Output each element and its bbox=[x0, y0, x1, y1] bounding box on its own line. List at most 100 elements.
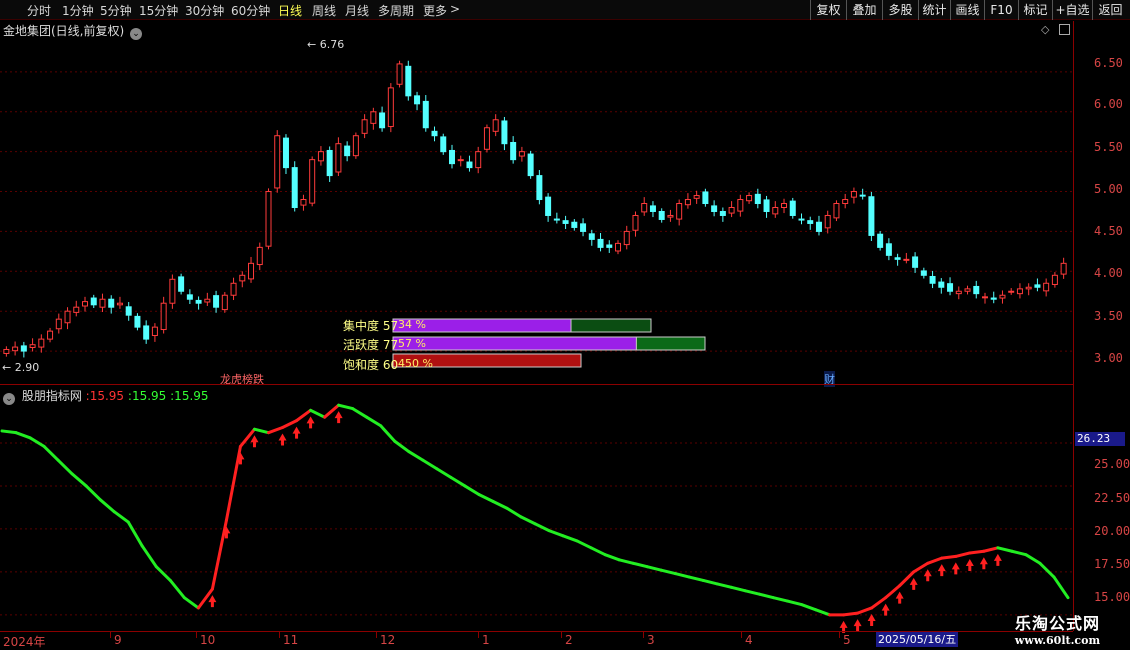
candlestick bbox=[536, 170, 543, 205]
candlestick bbox=[143, 320, 150, 344]
candlestick bbox=[815, 215, 822, 236]
indicator-segment bbox=[715, 582, 733, 589]
indicator-segment bbox=[98, 498, 116, 514]
candlestick bbox=[440, 133, 447, 155]
indicator-segment bbox=[14, 431, 32, 440]
candlestick bbox=[387, 83, 394, 133]
indicator-segment bbox=[785, 599, 803, 607]
indicator-segment bbox=[645, 565, 663, 572]
gauge-saturation-label: 饱和度 60 bbox=[343, 358, 399, 372]
candlestick bbox=[204, 292, 211, 307]
buy-arrow-icon bbox=[278, 433, 287, 446]
indicator-segment bbox=[365, 415, 383, 428]
candlestick bbox=[492, 114, 499, 137]
candlestick bbox=[38, 334, 45, 353]
candlestick bbox=[929, 270, 936, 289]
gauge-concentration-label: 集中度 57 bbox=[343, 319, 399, 333]
candlestick bbox=[326, 146, 333, 182]
candlestick bbox=[47, 327, 54, 343]
candlestick bbox=[850, 187, 857, 204]
indicator-panel-header: ⌄ 股朋指标网 :15.95 :15.95 :15.95 bbox=[3, 387, 209, 405]
indicator-segment bbox=[856, 606, 874, 615]
candlestick bbox=[885, 238, 892, 261]
candlestick bbox=[466, 155, 473, 172]
indicator-tick: 25.00 bbox=[1094, 457, 1130, 471]
indicator-segment bbox=[926, 556, 944, 565]
candlestick bbox=[1051, 272, 1058, 288]
candlestick bbox=[239, 271, 246, 288]
indicator-segment bbox=[940, 554, 958, 560]
gauge-activity-label: 活跃度 77 bbox=[343, 338, 399, 352]
current-value-badge: 26.23 bbox=[1075, 432, 1125, 446]
indicator-segment bbox=[589, 546, 607, 557]
buy-arrow-icon bbox=[923, 569, 932, 582]
indicator-segment bbox=[954, 551, 972, 558]
candlestick bbox=[448, 144, 455, 169]
indicator-segment bbox=[1038, 561, 1056, 579]
candlestick bbox=[781, 198, 788, 214]
indicator-segment bbox=[687, 575, 705, 582]
panel-divider bbox=[0, 384, 1073, 385]
candlestick bbox=[728, 201, 735, 218]
date-label: 1 bbox=[482, 633, 490, 647]
indicator-segment bbox=[814, 608, 832, 617]
low-price-label: ← 2.90 bbox=[2, 361, 40, 374]
indicator-segment bbox=[196, 587, 214, 610]
indicator-segment bbox=[996, 546, 1014, 553]
candlestick bbox=[955, 286, 962, 300]
candlestick bbox=[82, 296, 89, 312]
indicator-segment bbox=[912, 561, 930, 574]
indicator-value-1: :15.95 bbox=[85, 389, 125, 403]
indicator-segment bbox=[757, 592, 775, 600]
candlestick bbox=[571, 219, 578, 231]
gauge-concentration-value: 34 % bbox=[398, 318, 426, 331]
candlestick bbox=[562, 215, 569, 230]
candlestick bbox=[859, 188, 866, 200]
indicator-segment bbox=[800, 603, 818, 612]
candlestick bbox=[999, 290, 1006, 304]
indicator-segment bbox=[968, 549, 986, 555]
date-label: 3 bbox=[647, 633, 655, 647]
candlestick bbox=[12, 341, 19, 356]
candlestick bbox=[772, 201, 779, 218]
candlestick bbox=[291, 161, 298, 212]
candlestick bbox=[265, 188, 272, 250]
indicator-segment bbox=[140, 544, 158, 569]
candlestick bbox=[990, 291, 997, 304]
candlestick bbox=[256, 242, 263, 271]
candlestick bbox=[676, 199, 683, 226]
candlestick bbox=[964, 285, 971, 295]
indicator-segment bbox=[631, 561, 649, 569]
candlestick bbox=[20, 341, 27, 358]
indicator-menu-icon[interactable]: ⌄ bbox=[3, 393, 15, 405]
buy-arrow-icon bbox=[881, 603, 890, 616]
candlestick bbox=[186, 289, 193, 305]
indicator-segment bbox=[575, 539, 593, 550]
candlestick bbox=[151, 323, 158, 342]
candlestick bbox=[623, 225, 630, 250]
candlestick bbox=[370, 107, 377, 130]
price-tick: 6.50 bbox=[1094, 56, 1123, 70]
candlestick bbox=[1034, 278, 1041, 292]
candlestick bbox=[431, 126, 438, 142]
candlestick bbox=[1060, 257, 1067, 279]
indicator-segment bbox=[182, 596, 200, 610]
gauge-fill bbox=[392, 336, 637, 351]
buy-arrow-icon bbox=[292, 426, 301, 439]
candlestick bbox=[973, 280, 980, 299]
buy-arrow-icon bbox=[867, 613, 876, 626]
candlestick bbox=[248, 256, 255, 283]
candlestick bbox=[195, 296, 202, 310]
candlestick bbox=[641, 197, 648, 216]
candlestick bbox=[632, 211, 639, 237]
buy-arrow-icon bbox=[306, 416, 315, 429]
buy-arrow-icon bbox=[979, 557, 988, 570]
buy-arrow-icon bbox=[895, 591, 904, 604]
candlestick bbox=[457, 155, 464, 167]
indicator-segment bbox=[743, 589, 761, 596]
indicator-segment bbox=[561, 534, 579, 543]
indicator-segment bbox=[729, 585, 747, 593]
candlestick bbox=[877, 231, 884, 251]
candlestick bbox=[693, 190, 700, 204]
candlestick bbox=[833, 200, 840, 222]
